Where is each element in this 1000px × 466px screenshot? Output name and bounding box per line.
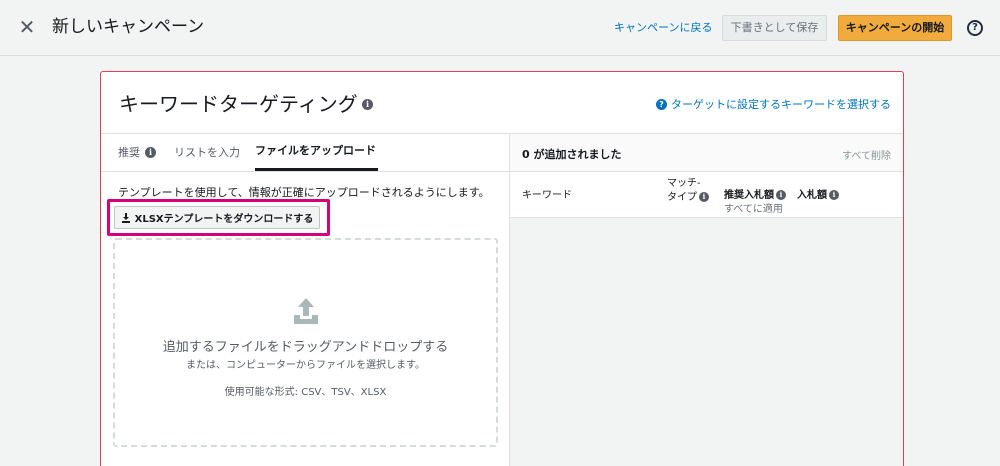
help-icon: ? xyxy=(656,98,667,110)
close-icon[interactable]: ✕ xyxy=(18,14,36,40)
accepted-formats: 使用可能な形式: CSV、TSV、XLSX xyxy=(224,387,387,398)
column-match-line2: タイプ xyxy=(667,192,697,203)
top-bar: ✕ 新しいキャンペーン キャンペーンに戻る 下書きとして保存 キャンペーンの開始… xyxy=(0,0,1000,56)
added-keywords-list xyxy=(510,218,903,466)
upload-icon xyxy=(294,298,318,324)
column-keyword: キーワード xyxy=(522,190,572,201)
info-icon[interactable]: i xyxy=(829,190,839,200)
column-recommended-bid: 推奨入札額 i xyxy=(724,186,786,201)
page-title: 新しいキャンペーン xyxy=(52,17,205,37)
remove-all-button[interactable]: すべて削除 xyxy=(842,147,891,162)
upload-description: テンプレートを使用して、情報が正確にアップロードされるようにします。 xyxy=(118,186,490,199)
start-campaign-button[interactable]: キャンペーンの開始 xyxy=(838,15,952,41)
column-bid: 入札額 i xyxy=(797,186,839,201)
info-icon[interactable]: i xyxy=(145,147,156,158)
info-icon[interactable]: i xyxy=(699,192,709,202)
tab-recommended[interactable]: 推奨 i xyxy=(118,134,156,171)
select-keywords-link[interactable]: ? ターゲットに設定するキーワードを選択する xyxy=(656,96,891,112)
tab-label: 推奨 xyxy=(118,145,140,159)
added-keywords-header: 0 が追加されました すべて削除 xyxy=(510,134,903,172)
added-count: 0 が追加されました xyxy=(522,148,622,161)
save-draft-button[interactable]: 下書きとして保存 xyxy=(722,15,827,41)
column-match-type: マッチ- タイプ i xyxy=(667,177,709,205)
tab-label: リストを入力 xyxy=(174,145,240,159)
table-header: キーワード マッチ- タイプ i 推奨入札額 i すべてに適用 入札額 i xyxy=(510,172,903,218)
keyword-targeting-card: キーワードターゲティング i ? ターゲットに設定するキーワードを選択する 推奨… xyxy=(100,71,904,466)
info-icon[interactable]: i xyxy=(362,99,373,110)
dropzone-main-text: 追加するファイルをドラッグアンドドロップする xyxy=(162,340,449,355)
info-icon[interactable]: i xyxy=(776,190,786,200)
dropzone-sub-text: または、コンピューターからファイルを選択します。 xyxy=(186,360,425,371)
column-match-line1: マッチ- xyxy=(667,178,701,189)
tab-label: ファイルをアップロード xyxy=(255,144,376,157)
help-icon[interactable]: ? xyxy=(967,20,983,36)
tab-bar: 推奨 i リストを入力 ファイルをアップロード xyxy=(101,134,509,172)
file-dropzone[interactable]: 追加するファイルをドラッグアンドドロップする または、コンピューターからファイル… xyxy=(113,238,498,447)
download-template-button[interactable]: XLSXテンプレートをダウンロードする xyxy=(114,206,320,229)
card-title: キーワードターゲティング xyxy=(119,92,358,116)
column-bid-label: 入札額 xyxy=(797,190,827,201)
apply-to-all-link[interactable]: すべてに適用 xyxy=(724,200,783,215)
download-icon xyxy=(121,212,130,223)
tab-upload-file[interactable]: ファイルをアップロード xyxy=(255,134,378,171)
tab-enter-list[interactable]: リストを入力 xyxy=(174,134,240,171)
back-to-campaigns-link[interactable]: キャンペーンに戻る xyxy=(614,19,712,35)
select-keywords-label: ターゲットに設定するキーワードを選択する xyxy=(671,98,891,111)
download-template-label: XLSXテンプレートをダウンロードする xyxy=(134,214,314,225)
